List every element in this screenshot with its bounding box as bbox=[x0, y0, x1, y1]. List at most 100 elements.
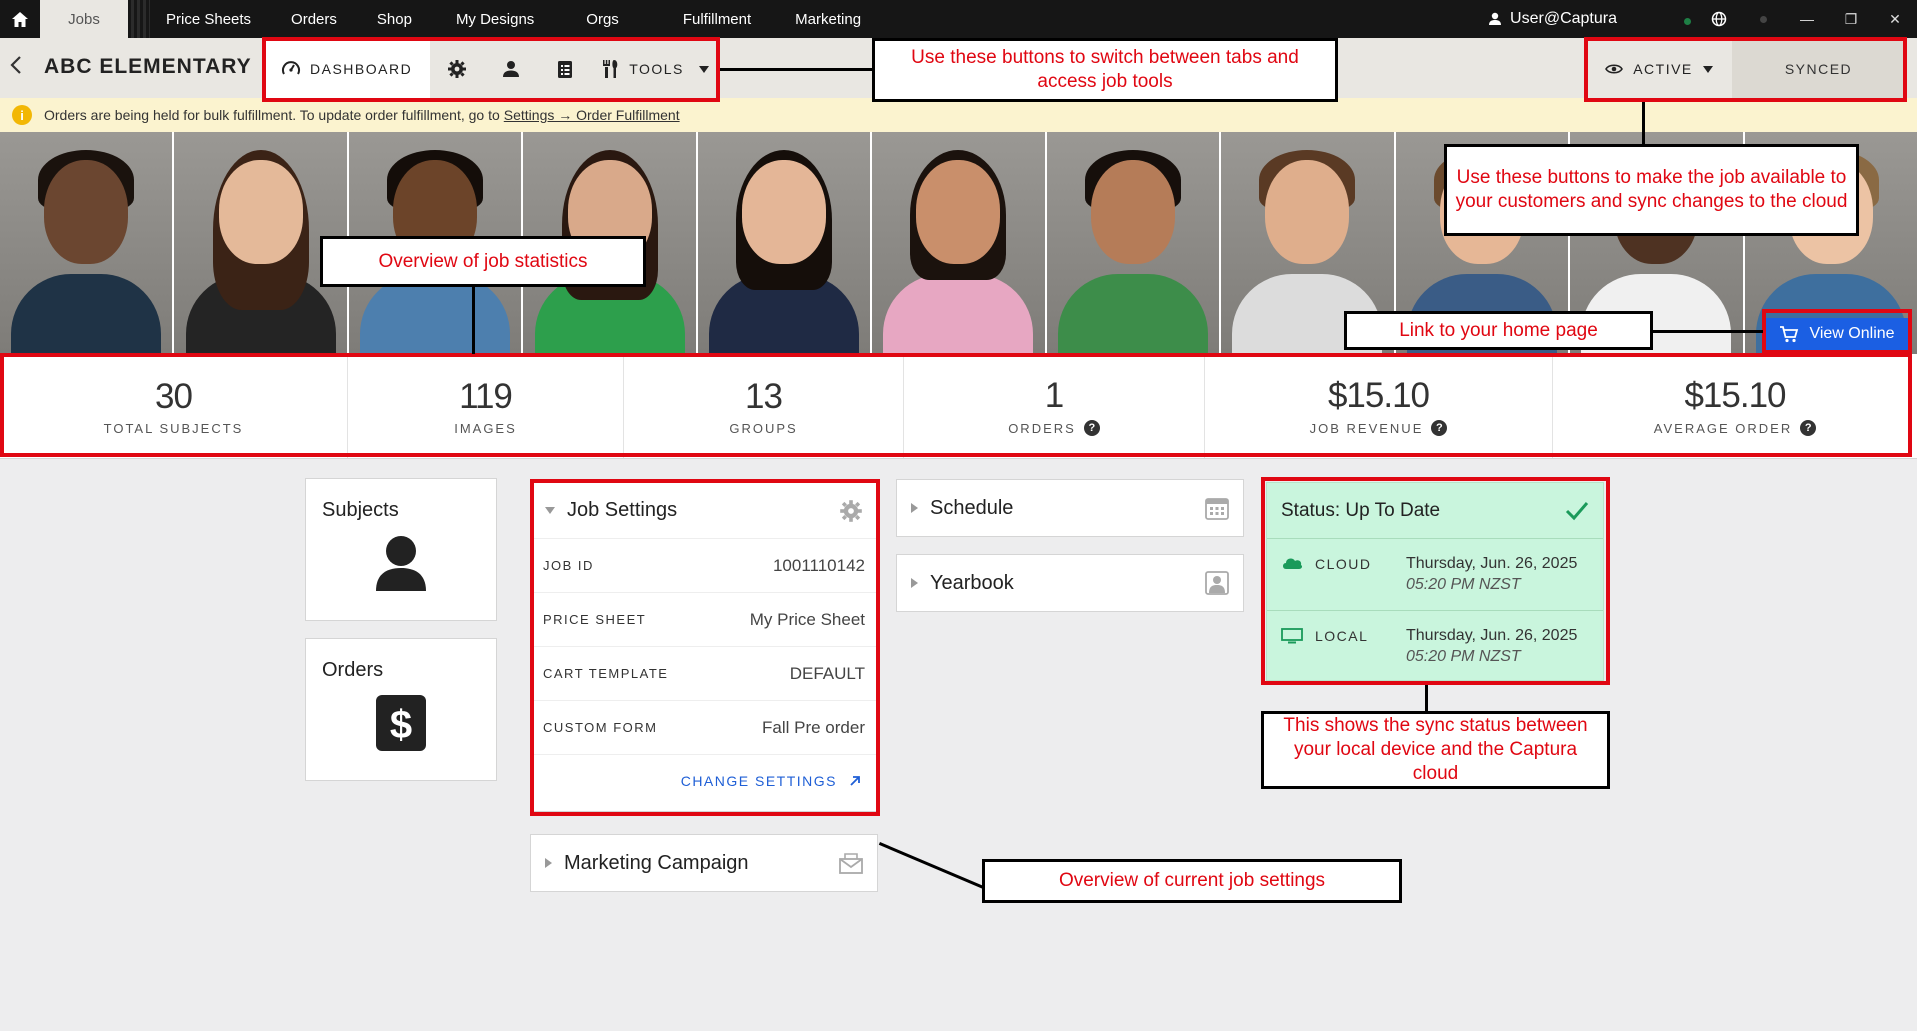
chevron-right-icon bbox=[911, 578, 918, 588]
change-settings-link[interactable]: CHANGE SETTINGS bbox=[681, 773, 861, 789]
gear-icon[interactable] bbox=[839, 499, 863, 523]
sync-status-header: Status: Up To Date bbox=[1267, 483, 1603, 539]
marketing-campaign-title: Marketing Campaign bbox=[564, 851, 749, 874]
dashboard-tab[interactable]: DASHBOARD bbox=[263, 40, 431, 98]
settings-tab[interactable] bbox=[430, 40, 484, 98]
stat-label-text: ORDERS bbox=[1008, 420, 1076, 436]
sync-button[interactable]: SYNCED bbox=[1732, 40, 1905, 98]
close-window-button[interactable]: ✕ bbox=[1873, 0, 1917, 38]
schedule-card[interactable]: Schedule bbox=[896, 479, 1244, 537]
yearbook-card[interactable]: Yearbook bbox=[896, 554, 1244, 612]
notice-text: Orders are being held for bulk fulfillme… bbox=[44, 107, 500, 123]
subject-photo[interactable] bbox=[872, 132, 1045, 354]
cart-icon bbox=[1780, 326, 1799, 343]
stat-label-text: TOTAL SUBJECTS bbox=[103, 420, 244, 436]
calendar-icon bbox=[1205, 498, 1229, 520]
arrow-up-right-icon bbox=[850, 776, 860, 786]
stat-label: JOB REVENUE? bbox=[1310, 420, 1448, 436]
cart-template-value: DEFAULT bbox=[789, 663, 865, 683]
chevron-down-icon bbox=[698, 65, 709, 73]
cart-template-row: CART TEMPLATE DEFAULT bbox=[531, 647, 877, 701]
monitor-icon bbox=[1281, 628, 1303, 644]
tab-jobs[interactable]: Jobs bbox=[40, 0, 128, 38]
job-settings-header[interactable]: Job Settings bbox=[531, 483, 877, 539]
view-online-label: View Online bbox=[1809, 325, 1895, 342]
tab-price-sheets[interactable]: Price Sheets bbox=[158, 0, 273, 38]
view-online-button[interactable]: View Online bbox=[1764, 318, 1910, 350]
stat-value: 119 bbox=[459, 376, 513, 416]
eye-icon bbox=[1605, 64, 1624, 74]
svg-text:$: $ bbox=[390, 703, 412, 747]
orders-tile[interactable]: Orders $ bbox=[305, 638, 497, 781]
restore-button[interactable]: ❐ bbox=[1829, 0, 1873, 38]
tab-shop[interactable]: Shop bbox=[355, 0, 434, 38]
price-sheet-key: PRICE SHEET bbox=[543, 612, 647, 627]
annotation-line bbox=[1653, 330, 1763, 333]
stat-orders: 1 ORDERS? bbox=[904, 354, 1205, 458]
stat-label: TOTAL SUBJECTS bbox=[104, 421, 244, 436]
local-sync-key: LOCAL bbox=[1281, 625, 1406, 683]
job-id-key: JOB ID bbox=[543, 558, 594, 573]
custom-form-row: CUSTOM FORM Fall Pre order bbox=[531, 701, 877, 755]
stat-label-text: IMAGES bbox=[454, 420, 517, 436]
orders-title: Orders bbox=[322, 659, 384, 681]
dollar-icon: $ bbox=[376, 695, 426, 751]
subjects-tab[interactable] bbox=[484, 40, 538, 98]
home-icon bbox=[12, 11, 28, 27]
job-title: ABC ELEMENTARY bbox=[44, 55, 252, 78]
subject-photo[interactable] bbox=[1046, 132, 1220, 354]
stat-value: 1 bbox=[1044, 376, 1064, 415]
local-sync-date: Thursday, Jun. 26, 2025 bbox=[1406, 627, 1578, 644]
annotation-line bbox=[472, 287, 475, 354]
info-icon: i bbox=[12, 105, 32, 125]
tab-orgs[interactable]: Orgs bbox=[564, 0, 661, 38]
minimize-button[interactable]: — bbox=[1785, 0, 1829, 38]
cloud-sync-time: 05:20 PM NZST bbox=[1406, 576, 1521, 593]
stat-images: 119 IMAGES bbox=[348, 354, 624, 458]
cloud-sync-key: CLOUD bbox=[1281, 553, 1406, 610]
order-fulfillment-link[interactable]: Settings → Order Fulfillment bbox=[504, 107, 680, 123]
order-form-icon bbox=[558, 60, 573, 78]
language-button[interactable] bbox=[1697, 0, 1741, 38]
stat-groups: 13 GROUPS bbox=[624, 354, 904, 458]
annotation-line bbox=[878, 842, 991, 892]
tools-menu[interactable]: TOOLS bbox=[592, 40, 725, 98]
help-icon[interactable]: ? bbox=[1083, 420, 1100, 436]
stat-total-subjects: 30 TOTAL SUBJECTS bbox=[0, 354, 348, 458]
sync-status-title: Status: Up To Date bbox=[1281, 499, 1441, 521]
orders-tab[interactable] bbox=[538, 40, 592, 98]
stat-label: ORDERS? bbox=[1008, 420, 1100, 436]
tab-my-designs[interactable]: My Designs bbox=[434, 0, 564, 38]
user-icon bbox=[1489, 12, 1502, 25]
globe-icon bbox=[1711, 11, 1727, 27]
back-button[interactable] bbox=[10, 55, 22, 81]
cloud-sync-date: Thursday, Jun. 26, 2025 bbox=[1406, 555, 1578, 572]
minimize-icon: — bbox=[1800, 11, 1814, 27]
tab-fulfillment[interactable]: Fulfillment bbox=[661, 0, 777, 38]
local-label: LOCAL bbox=[1315, 628, 1369, 644]
subject-photo[interactable] bbox=[0, 132, 173, 354]
annotation-line bbox=[720, 68, 872, 71]
subject-photo[interactable] bbox=[697, 132, 871, 354]
help-icon[interactable]: ? bbox=[1431, 420, 1448, 436]
tab-marketing[interactable]: Marketing bbox=[777, 0, 879, 38]
dashboard-icon bbox=[282, 61, 300, 75]
annotation-stats: Overview of job statistics bbox=[320, 236, 646, 287]
nav-right: User@Captura — ❐ ✕ bbox=[1488, 0, 1917, 38]
envelope-icon bbox=[839, 853, 863, 874]
help-icon[interactable]: ? bbox=[1800, 420, 1817, 436]
user-menu[interactable]: User@Captura bbox=[1488, 10, 1692, 28]
job-id-row: JOB ID 1001110142 bbox=[531, 539, 877, 593]
local-sync-time: 05:20 PM NZST bbox=[1406, 648, 1521, 665]
nav-divider bbox=[128, 0, 150, 38]
chevron-left-icon bbox=[10, 56, 21, 74]
home-button[interactable] bbox=[0, 0, 40, 38]
restore-icon: ❐ bbox=[1844, 10, 1858, 27]
marketing-campaign-card[interactable]: Marketing Campaign bbox=[530, 834, 878, 892]
local-sync-value: Thursday, Jun. 26, 2025 05:20 PM NZST bbox=[1406, 625, 1577, 683]
tab-orders[interactable]: Orders bbox=[273, 0, 355, 38]
cloud-sync-row: CLOUD Thursday, Jun. 26, 2025 05:20 PM N… bbox=[1267, 539, 1603, 611]
change-settings-label: CHANGE SETTINGS bbox=[680, 773, 837, 789]
active-dropdown[interactable]: ACTIVE bbox=[1586, 40, 1732, 98]
subjects-tile[interactable]: Subjects bbox=[305, 478, 497, 621]
